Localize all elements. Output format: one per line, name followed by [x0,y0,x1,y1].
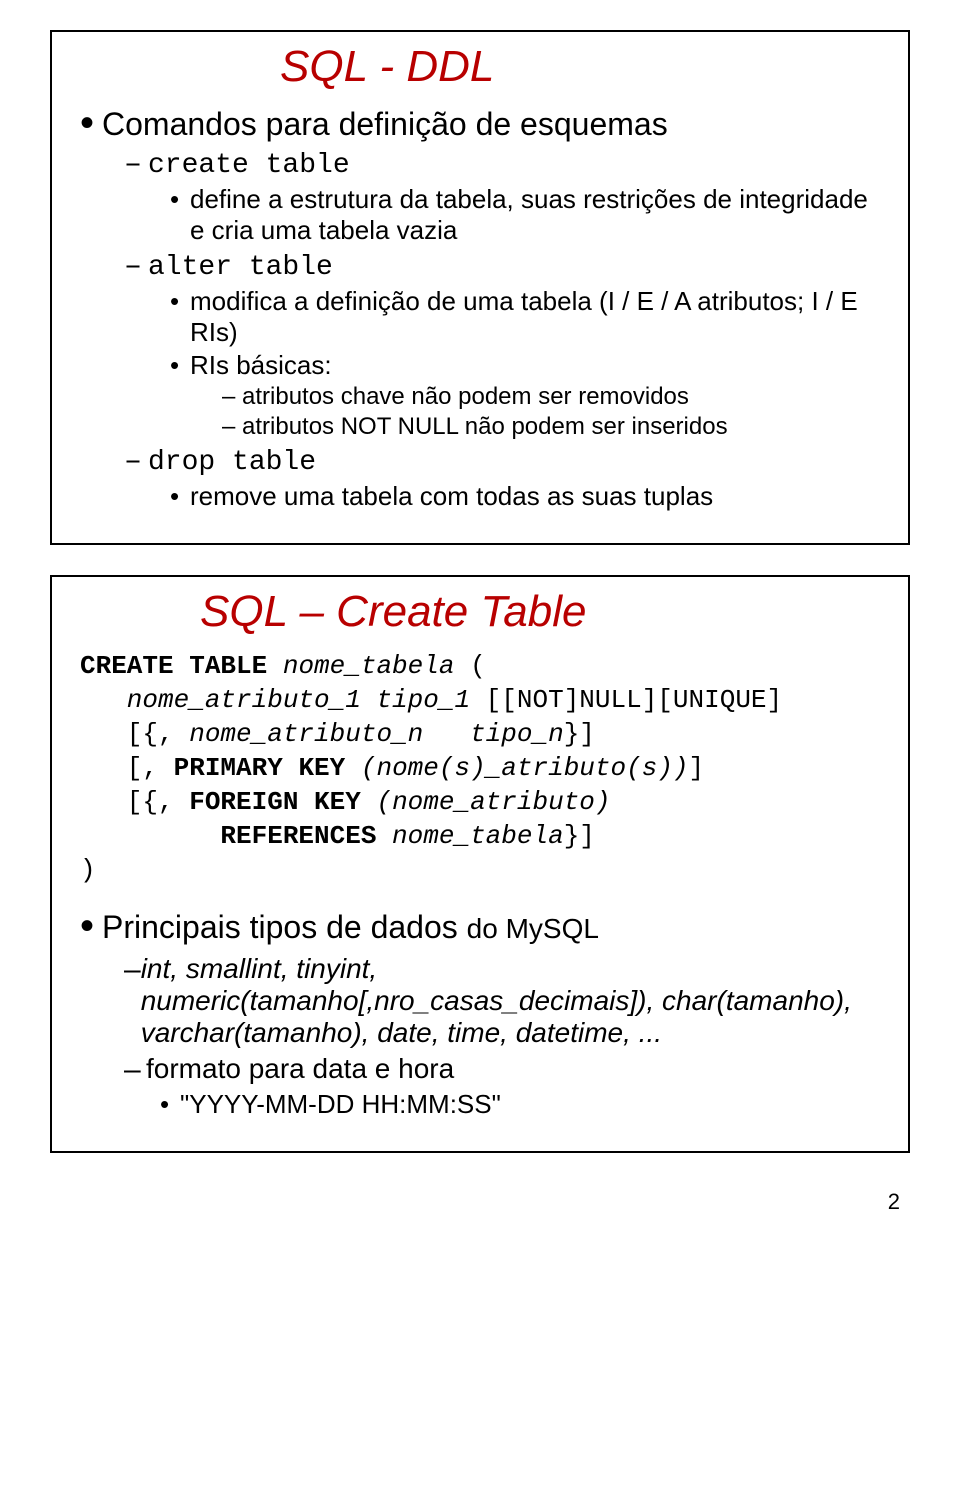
code-text: alter table [148,252,333,283]
code-text: create table [148,150,350,181]
bullets-lvl3: remove uma tabela com todas as suas tupl… [124,481,880,512]
slide-1: SQL - DDL • Comandos para definição de e… [50,30,910,545]
code-kw: PRIMARY KEY [174,753,346,783]
text: modifica a definição de uma tabela (I / … [190,286,858,347]
text: formato para data e hora [146,1053,454,1085]
bullet-icon: • [80,104,102,142]
text: RIs básicas: [190,350,332,380]
text: Comandos para definição de esquemas [102,104,668,144]
bullets-lvl1: • Comandos para definição de esquemas –c… [80,104,880,512]
text: "YYYY-MM-DD HH:MM:SS" [180,1089,501,1119]
text: Principais tipos de dados [102,909,467,945]
code-it: nome_tabela [267,651,454,681]
list-item: –create table define a estrutura da tabe… [124,148,880,246]
text: atributos NOT NULL não podem ser inserid… [242,413,728,440]
code-it: nome_tabela [376,821,563,851]
list-item: • Principais tipos de dados do MySQL [80,907,880,949]
code-txt: [, [80,753,174,783]
bullets-lvl3: "YYYY-MM-DD HH:MM:SS" [124,1089,880,1120]
code-it: nome_atributo_1 tipo_1 [80,685,470,715]
code-it: (nome(s)_atributo(s)) [345,753,688,783]
list-item: atributos NOT NULL não podem ser inserid… [222,413,880,441]
list-item: remove uma tabela com todas as suas tupl… [170,481,880,512]
code-it: (nome_atributo) [361,787,611,817]
code-txt: ( [454,651,485,681]
text: int, smallint, tinyint, numeric(tamanho[… [141,953,880,1049]
code-kw: REFERENCES [80,821,376,851]
list-item: – formato para data e hora "YYYY-MM-DD H… [124,1053,880,1120]
text: Principais tipos de dados do MySQL [102,907,599,949]
code-txt: [[NOT]NULL][UNIQUE] [470,685,782,715]
page-number: 2 [0,1183,960,1235]
list-item: modifica a definição de uma tabela (I / … [170,286,880,348]
code-txt: ) [80,855,96,885]
list-item: define a estrutura da tabela, suas restr… [170,184,880,246]
list-item: "YYYY-MM-DD HH:MM:SS" [160,1089,880,1120]
code-block: CREATE TABLE nome_tabela ( nome_atributo… [80,649,880,887]
bullets-lvl3: modifica a definição de uma tabela (I / … [124,286,880,441]
dash-icon: – [124,148,148,182]
slide-title: SQL - DDL [80,42,880,92]
code-txt: }] [564,719,595,749]
code-txt: [{, [80,719,189,749]
bullets-lvl2: – int, smallint, tinyint, numeric(tamanh… [80,953,880,1120]
code-kw: CREATE TABLE [80,651,267,681]
list-item: –alter table modifica a definição de uma… [124,250,880,441]
dash-icon: – [124,1053,146,1087]
code-it: nome_atributo_n tipo_n [189,719,563,749]
bullet-icon: • [80,907,102,945]
slide-2: SQL – Create Table CREATE TABLE nome_tab… [50,575,910,1153]
list-item: atributos chave não podem ser removidos [222,383,880,411]
text: remove uma tabela com todas as suas tupl… [190,481,713,511]
code-txt: [{, [80,787,189,817]
slide-title: SQL – Create Table [80,587,880,637]
bullets-lvl2: –create table define a estrutura da tabe… [80,148,880,512]
dash-icon: – [124,445,148,479]
list-item: RIs básicas: atributos chave não podem s… [170,350,880,441]
code-text: drop table [148,447,316,478]
dash-icon: – [124,250,148,284]
bullets-lvl3: define a estrutura da tabela, suas restr… [124,184,880,246]
code-txt: ] [689,753,705,783]
code-kw: FOREIGN KEY [189,787,361,817]
list-item: – int, smallint, tinyint, numeric(tamanh… [124,953,880,1049]
code-txt: }] [564,821,595,851]
text: do MySQL [467,913,599,944]
text: atributos chave não podem ser removidos [242,383,689,410]
dash-icon: – [124,953,141,987]
text: define a estrutura da tabela, suas restr… [190,184,868,245]
bullets-lvl4: atributos chave não podem ser removidos … [190,383,880,441]
list-item: –drop table remove uma tabela com todas … [124,445,880,512]
list-item: • Comandos para definição de esquemas [80,104,880,144]
bullets-lvl1: • Principais tipos de dados do MySQL – i… [80,907,880,1120]
